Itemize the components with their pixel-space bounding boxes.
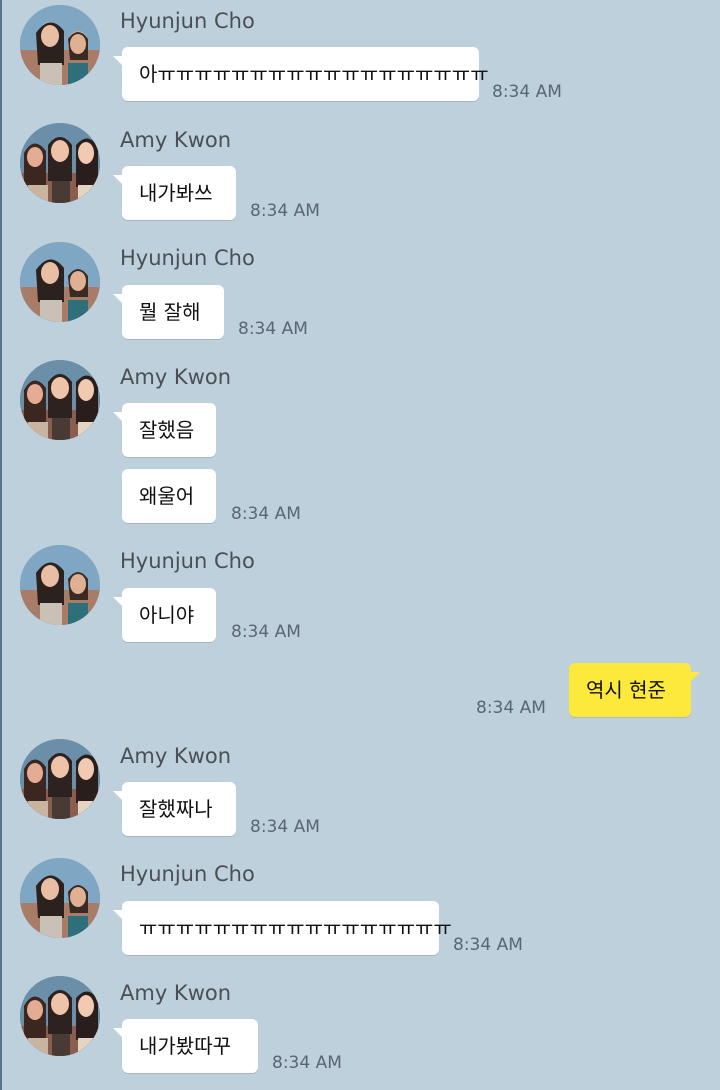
message-time: 8:34 AM — [272, 1053, 342, 1073]
message-text: 내가봤따꾸 — [139, 1034, 231, 1058]
message-bubble[interactable]: 잘했짜나 — [113, 782, 236, 836]
avatar[interactable] — [20, 360, 100, 440]
avatar[interactable] — [20, 545, 100, 625]
message-bubble[interactable]: 뭘 잘해 — [113, 285, 224, 339]
message-time: 8:34 AM — [476, 698, 546, 718]
avatar[interactable] — [20, 976, 100, 1056]
sender-name: Hyunjun Cho — [120, 246, 255, 270]
message-text: 내가봐쓰 — [139, 181, 213, 205]
message-time: 8:34 AM — [231, 622, 301, 642]
message-time: 8:34 AM — [238, 319, 308, 339]
avatar[interactable] — [20, 5, 100, 85]
sender-name: Amy Kwon — [120, 365, 232, 389]
message-bubble[interactable]: ㅠㅠㅠㅠㅠㅠㅠㅠㅠㅠㅠㅠㅠㅠㅠㅠㅠ — [113, 901, 452, 955]
message-bubble[interactable]: 내가봤따꾸 — [113, 1019, 258, 1073]
message-time: 8:34 AM — [453, 935, 523, 955]
message-bubble[interactable]: 아니야 — [113, 588, 216, 642]
sender-name: Amy Kwon — [120, 128, 232, 152]
avatar[interactable] — [20, 858, 100, 938]
sender-name: Hyunjun Cho — [120, 549, 255, 573]
message-text: ㅠㅠㅠㅠㅠㅠㅠㅠㅠㅠㅠㅠㅠㅠㅠㅠㅠ — [139, 916, 452, 940]
message-text: 잘했음 — [139, 418, 195, 442]
message-time: 8:34 AM — [231, 504, 301, 524]
message-bubble[interactable]: 내가봐쓰 — [113, 166, 236, 220]
message-bubble[interactable]: 왜울어 — [122, 469, 216, 523]
message-text: 아ㅠㅠㅠㅠㅠㅠㅠㅠㅠㅠㅠㅠㅠㅠㅠㅠㅠㅠ — [139, 62, 489, 86]
avatar[interactable] — [20, 123, 100, 203]
avatar[interactable] — [20, 242, 100, 322]
message-text: 잘했짜나 — [139, 797, 213, 821]
message-text: 아니야 — [139, 603, 195, 627]
message-bubble-outgoing[interactable]: 역시 현준 — [569, 663, 700, 717]
sender-name: Amy Kwon — [120, 981, 232, 1005]
message-bubble[interactable]: 잘했음 — [113, 403, 216, 457]
message-text: 뭘 잘해 — [139, 300, 201, 324]
message-time: 8:34 AM — [250, 201, 320, 221]
avatar[interactable] — [20, 739, 100, 819]
sender-name: Amy Kwon — [120, 744, 232, 768]
message-time: 8:34 AM — [250, 817, 320, 837]
message-time: 8:34 AM — [492, 82, 562, 102]
message-text: 역시 현준 — [586, 678, 666, 702]
message-text: 왜울어 — [139, 484, 195, 508]
chat-message-list[interactable]: Hyunjun Cho 아ㅠㅠㅠㅠㅠㅠㅠㅠㅠㅠㅠㅠㅠㅠㅠㅠㅠㅠ 8:34 AM … — [0, 0, 720, 1090]
sender-name: Hyunjun Cho — [120, 862, 255, 886]
sender-name: Hyunjun Cho — [120, 9, 255, 33]
message-bubble[interactable]: 아ㅠㅠㅠㅠㅠㅠㅠㅠㅠㅠㅠㅠㅠㅠㅠㅠㅠㅠ — [113, 47, 489, 101]
